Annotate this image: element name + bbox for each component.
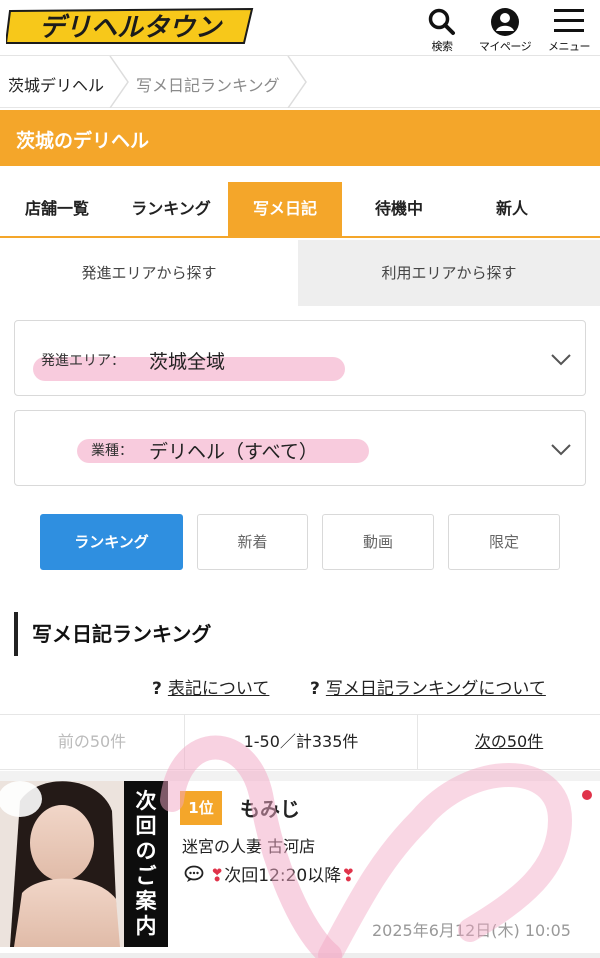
page-range: 1-50／計335件 — [184, 715, 418, 769]
type-select-label: 業種： — [91, 443, 133, 459]
logo-text: デリヘルタウン — [39, 13, 223, 43]
new-indicator-dot — [582, 790, 592, 800]
sort-limited-button[interactable]: 限定 — [448, 514, 560, 570]
ranking-info-link[interactable]: ? 写メ日記ランキングについて — [310, 674, 546, 699]
guide-char: 内 — [135, 914, 157, 938]
search-button[interactable]: 検索 — [422, 6, 462, 54]
type-select[interactable]: 業種： デリヘル（すべて） — [14, 410, 586, 486]
user-circle-icon — [470, 6, 540, 38]
area-select-value: 茨城全域 — [149, 351, 226, 373]
area-search-toggle: 発進エリアから探す 利用エリアから探す — [0, 240, 600, 306]
tab-photo-diary[interactable]: 写メ日記 — [228, 182, 342, 236]
sort-video-button[interactable]: 動画 — [322, 514, 434, 570]
area-select-label: 発進エリア： — [41, 353, 125, 369]
mypage-button[interactable]: マイページ — [470, 6, 540, 54]
tab-ranking[interactable]: ランキング — [114, 182, 228, 236]
breadcrumb-separator-icon — [109, 56, 129, 108]
next-page-link[interactable]: 次の50件 — [418, 715, 600, 769]
post-date: 2025年6月12日(木) 10:05 — [372, 921, 571, 940]
sort-new-button[interactable]: 新着 — [197, 514, 308, 570]
chevron-down-icon — [551, 444, 571, 456]
region-title: 茨城のデリヘル — [16, 130, 150, 152]
breadcrumb-current: 写メ日記ランキング — [136, 76, 280, 95]
section-title: 写メ日記ランキング — [14, 612, 211, 656]
tab-waiting[interactable]: 待機中 — [342, 182, 456, 236]
rank-badge: 1位 — [180, 791, 222, 825]
notation-info-link[interactable]: ? 表記について — [152, 674, 269, 699]
usage-area-tab[interactable]: 利用エリアから探す — [298, 240, 600, 306]
breadcrumb: 茨城デリヘル 写メ日記ランキング — [0, 56, 600, 108]
tab-shop-list[interactable]: 店舗一覧 — [0, 182, 114, 236]
site-logo[interactable]: デリヘルタウン — [6, 5, 258, 45]
area-select[interactable]: 発進エリア： 茨城全域 — [14, 320, 586, 396]
ranking-item[interactable]: 次 回 の ご 案 内 1位 もみじ 迷宮の人妻 古河店 ❣次回12:20以降❣… — [0, 781, 600, 953]
diary-message: ❣次回12:20以降❣ — [184, 861, 356, 888]
sort-ranking-button[interactable]: ランキング — [40, 514, 183, 570]
dispatch-area-tab[interactable]: 発進エリアから探す — [0, 240, 298, 306]
girl-name[interactable]: もみじ — [240, 793, 300, 822]
menu-button[interactable]: メニュー — [538, 6, 600, 54]
mypage-label: マイページ — [478, 40, 532, 53]
type-select-value: デリヘル（すべて） — [149, 441, 318, 463]
heart-exclamation-icon: ❣ — [210, 866, 225, 886]
breadcrumb-home-link[interactable]: 茨城デリヘル — [8, 72, 104, 96]
question-icon: ? — [152, 679, 162, 699]
site-header: デリヘルタウン 検索 マイページ メニュー — [0, 0, 600, 56]
pagination: 前の50件 1-50／計335件 次の50件 — [0, 714, 600, 770]
prev-page-link: 前の50件 — [57, 732, 127, 751]
shop-name[interactable]: 迷宮の人妻 古河店 — [182, 833, 315, 857]
notation-info-text: 表記について — [167, 679, 270, 699]
speech-bubble-icon — [184, 865, 204, 888]
chevron-down-icon — [551, 354, 571, 366]
diary-message-text: 次回12:20以降 — [224, 866, 342, 886]
ranking-info-text: 写メ日記ランキングについて — [325, 679, 546, 699]
search-icon — [422, 6, 462, 38]
menu-label: メニュー — [548, 40, 591, 53]
divider — [0, 771, 600, 781]
hamburger-icon — [538, 6, 600, 38]
region-banner: 茨城のデリヘル — [0, 110, 600, 166]
divider — [0, 953, 600, 958]
category-tabs: 店舗一覧 ランキング 写メ日記 待機中 新人 — [0, 182, 600, 238]
next-guide-label: 次 回 の ご 案 内 — [124, 781, 168, 947]
search-label: 検索 — [431, 40, 454, 53]
question-icon: ? — [310, 679, 320, 699]
tab-newcomer[interactable]: 新人 — [456, 182, 568, 236]
heart-exclamation-icon: ❣ — [341, 866, 356, 886]
breadcrumb-separator-icon — [287, 56, 307, 108]
